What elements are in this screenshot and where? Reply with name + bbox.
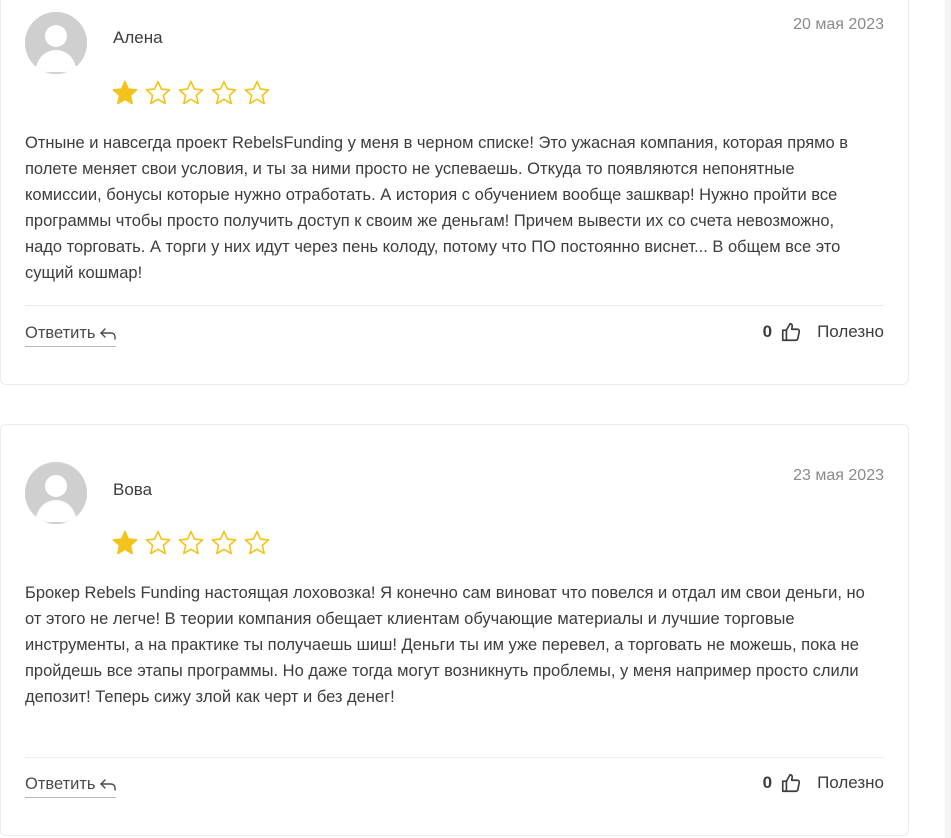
helpful-label[interactable]: Полезно — [817, 322, 884, 342]
helpful-count: 0 — [762, 773, 773, 792]
reply-label: Ответить — [25, 324, 96, 342]
star-empty-icon — [244, 530, 270, 555]
divider — [25, 757, 884, 758]
helpful-count: 0 — [762, 322, 773, 341]
helpful-label[interactable]: Полезно — [817, 773, 884, 793]
rating-stars — [111, 529, 271, 557]
star-empty-icon — [244, 80, 270, 105]
review-date: 23 мая 2023 — [793, 467, 884, 484]
rating-stars — [111, 79, 271, 107]
user-avatar-icon — [25, 12, 87, 74]
star-empty-icon — [211, 80, 237, 105]
user-avatar-icon — [25, 462, 87, 524]
review-card: Вова 23 мая 2023 Брокер Rebels Funding н… — [0, 424, 909, 836]
star-empty-icon — [145, 80, 171, 105]
reply-button[interactable]: Ответить — [25, 775, 116, 798]
reply-arrow-icon — [99, 778, 116, 791]
star-empty-icon — [211, 530, 237, 555]
helpful-block: 0 Полезно — [763, 321, 884, 343]
review-date: 20 мая 2023 — [793, 16, 884, 33]
review-author: Алена — [113, 28, 163, 47]
review-text: Брокер Rebels Funding настоящая лоховозк… — [25, 584, 865, 706]
review-author: Вова — [113, 480, 153, 499]
divider — [25, 305, 884, 306]
scrollbar-track[interactable] — [945, 0, 951, 838]
helpful-block: 0 Полезно — [763, 772, 884, 794]
star-empty-icon — [145, 530, 171, 555]
review-card: Алена 20 мая 2023 Отныне и навсегда прое… — [0, 0, 909, 385]
star-empty-icon — [178, 530, 204, 555]
reviews-page: Алена 20 мая 2023 Отныне и навсегда прое… — [0, 0, 951, 838]
reply-label: Ответить — [25, 775, 96, 793]
star-empty-icon — [178, 80, 204, 105]
thumbs-up-icon[interactable] — [780, 772, 802, 794]
reply-arrow-icon — [99, 327, 116, 340]
star-filled-icon — [112, 530, 138, 555]
reply-button[interactable]: Ответить — [25, 324, 116, 347]
star-filled-icon — [112, 80, 138, 105]
review-text: Отныне и навсегда проект RebelsFunding у… — [25, 134, 849, 282]
thumbs-up-icon[interactable] — [780, 321, 802, 343]
